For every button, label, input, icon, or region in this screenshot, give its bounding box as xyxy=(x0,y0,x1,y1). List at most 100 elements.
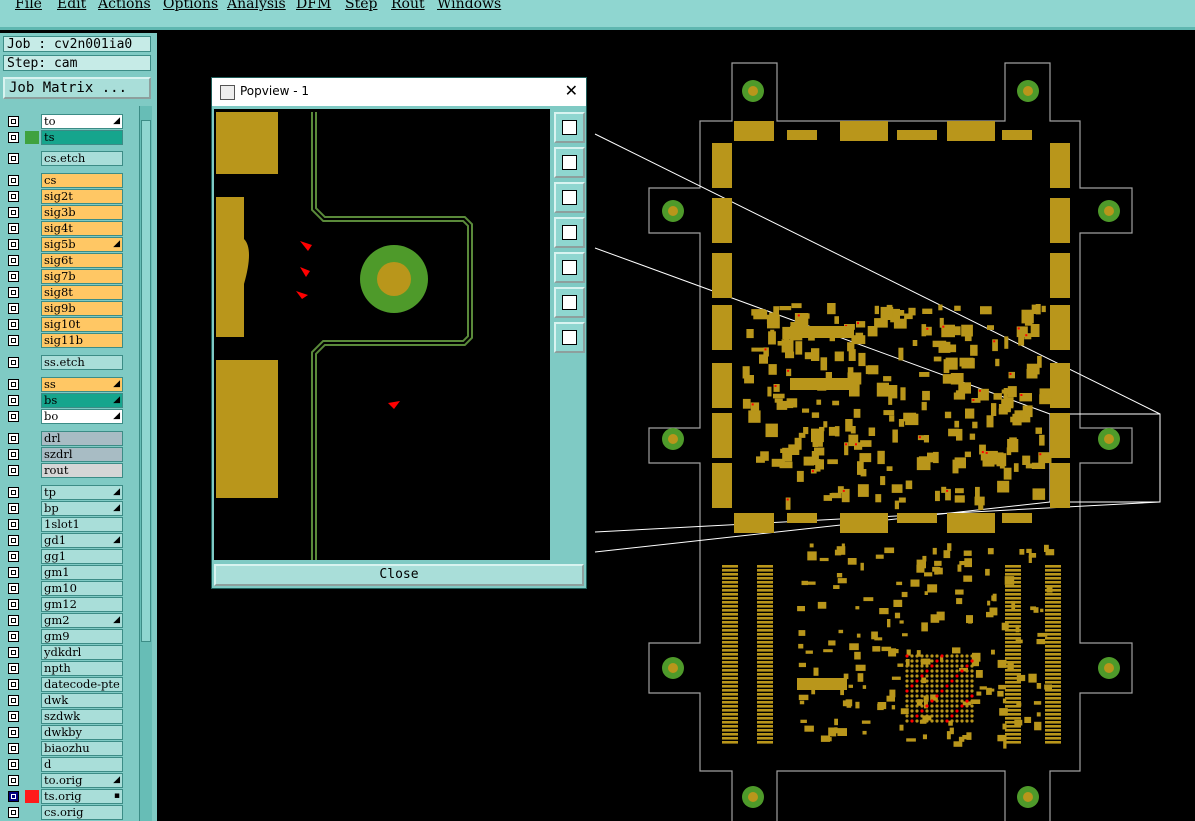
layer-checkbox[interactable] xyxy=(8,319,19,330)
layer-row-cs.etch[interactable]: cs.etch xyxy=(3,151,127,166)
layer-name[interactable]: sig8t xyxy=(41,285,123,300)
layer-checkbox[interactable] xyxy=(8,303,19,314)
layer-checkbox[interactable] xyxy=(8,357,19,368)
layer-checkbox[interactable] xyxy=(8,287,19,298)
layer-row-ss[interactable]: ss ◢ xyxy=(3,377,127,392)
layer-checkbox[interactable] xyxy=(8,631,19,642)
layer-row-cs.orig[interactable]: cs.orig xyxy=(3,805,127,820)
layer-checkbox[interactable] xyxy=(8,599,19,610)
layer-row-d[interactable]: d xyxy=(3,757,127,772)
layer-checkbox[interactable] xyxy=(8,679,19,690)
layer-name[interactable]: cs.etch xyxy=(41,151,123,166)
close-button[interactable]: Close xyxy=(214,564,584,586)
layer-row-gg1[interactable]: gg1 xyxy=(3,549,127,564)
layer-scroll-thumb[interactable] xyxy=(141,120,151,642)
layer-name[interactable]: sig3b xyxy=(41,205,123,220)
layer-name[interactable]: ts.orig ▪ xyxy=(41,789,123,804)
layer-row-npth[interactable]: npth xyxy=(3,661,127,676)
layer-row-1slot1[interactable]: 1slot1 xyxy=(3,517,127,532)
layer-checkbox[interactable] xyxy=(8,239,19,250)
layer-name[interactable]: szdwk xyxy=(41,709,123,724)
layer-row-tp[interactable]: tp ◢ xyxy=(3,485,127,500)
layer-checkbox[interactable] xyxy=(8,791,19,802)
layer-row-datecode-pte[interactable]: datecode-pte xyxy=(3,677,127,692)
layer-name[interactable]: gd1 ◢ xyxy=(41,533,123,548)
layer-name[interactable]: to ◢ xyxy=(41,114,123,129)
layer-checkbox[interactable] xyxy=(8,567,19,578)
layer-color-swatch[interactable] xyxy=(25,131,39,144)
layer-row-bp[interactable]: bp ◢ xyxy=(3,501,127,516)
layer-name[interactable]: sig6t xyxy=(41,253,123,268)
layer-row-biaozhu[interactable]: biaozhu xyxy=(3,741,127,756)
layer-checkbox[interactable] xyxy=(8,395,19,406)
layer-name[interactable]: ts xyxy=(41,130,123,145)
layer-row-drl[interactable]: drl xyxy=(3,431,127,446)
layer-checkbox[interactable] xyxy=(8,759,19,770)
layer-checkbox[interactable] xyxy=(8,727,19,738)
layer-row-sig9b[interactable]: sig9b xyxy=(3,301,127,316)
menu-rout[interactable]: Rout xyxy=(391,0,425,12)
layer-name[interactable]: npth xyxy=(41,661,123,676)
pan-right-icon[interactable] xyxy=(554,252,585,283)
layer-checkbox[interactable] xyxy=(8,583,19,594)
layer-checkbox[interactable] xyxy=(8,433,19,444)
layer-checkbox[interactable] xyxy=(8,335,19,346)
layer-name[interactable]: cs xyxy=(41,173,123,188)
close-icon[interactable]: ✕ xyxy=(565,81,578,100)
menu-step[interactable]: Step xyxy=(345,0,377,12)
layer-checkbox[interactable] xyxy=(8,663,19,674)
layer-row-sig11b[interactable]: sig11b xyxy=(3,333,127,348)
layer-name[interactable]: ydkdrl xyxy=(41,645,123,660)
layer-row-ss.etch[interactable]: ss.etch xyxy=(3,355,127,370)
layer-checkbox[interactable] xyxy=(8,207,19,218)
layer-row-gd1[interactable]: gd1 ◢ xyxy=(3,533,127,548)
layer-row-bo[interactable]: bo ◢ xyxy=(3,409,127,424)
pan-left-icon[interactable] xyxy=(554,217,585,248)
layer-checkbox[interactable] xyxy=(8,271,19,282)
layer-checkbox[interactable] xyxy=(8,116,19,127)
layer-name[interactable]: d xyxy=(41,757,123,772)
layer-name[interactable]: drl xyxy=(41,431,123,446)
layer-name[interactable]: gm10 xyxy=(41,581,123,596)
layer-checkbox[interactable] xyxy=(8,465,19,476)
layer-checkbox[interactable] xyxy=(8,411,19,422)
layer-name[interactable]: datecode-pte xyxy=(41,677,123,692)
layer-name[interactable]: sig4t xyxy=(41,221,123,236)
layer-name[interactable]: gm2 ◢ xyxy=(41,613,123,628)
layer-name[interactable]: bo ◢ xyxy=(41,409,123,424)
layer-row-szdwk[interactable]: szdwk xyxy=(3,709,127,724)
layer-row-bs[interactable]: bs ◢ xyxy=(3,393,127,408)
layer-name[interactable]: bs ◢ xyxy=(41,393,123,408)
zoom-out-icon[interactable] xyxy=(554,322,585,353)
layer-name[interactable]: gm1 xyxy=(41,565,123,580)
layer-checkbox[interactable] xyxy=(8,711,19,722)
popview-titlebar[interactable]: Popview - 1 ✕ xyxy=(212,78,586,106)
layer-color-swatch[interactable] xyxy=(25,790,39,803)
layer-name[interactable]: gg1 xyxy=(41,549,123,564)
layer-row-sig10t[interactable]: sig10t xyxy=(3,317,127,332)
layer-row-rout[interactable]: rout xyxy=(3,463,127,478)
layer-name[interactable]: tp ◢ xyxy=(41,485,123,500)
popview-canvas[interactable] xyxy=(214,109,550,560)
layer-name[interactable]: ss.etch xyxy=(41,355,123,370)
layer-name[interactable]: biaozhu xyxy=(41,741,123,756)
layer-row-sig3b[interactable]: sig3b xyxy=(3,205,127,220)
layer-row-ts[interactable]: ts xyxy=(3,130,127,145)
layer-down-icon[interactable] xyxy=(554,182,585,213)
layer-row-ydkdrl[interactable]: ydkdrl xyxy=(3,645,127,660)
menu-file[interactable]: File xyxy=(15,0,42,12)
layer-row-sig2t[interactable]: sig2t xyxy=(3,189,127,204)
layer-row-sig6t[interactable]: sig6t xyxy=(3,253,127,268)
layer-name[interactable]: rout xyxy=(41,463,123,478)
layer-checkbox[interactable] xyxy=(8,153,19,164)
layer-row-to.orig[interactable]: to.orig ◢ xyxy=(3,773,127,788)
layer-checkbox[interactable] xyxy=(8,132,19,143)
layer-row-sig7b[interactable]: sig7b xyxy=(3,269,127,284)
layer-checkbox[interactable] xyxy=(8,695,19,706)
layer-checkbox[interactable] xyxy=(8,551,19,562)
zoom-in-icon[interactable] xyxy=(554,287,585,318)
layer-row-gm9[interactable]: gm9 xyxy=(3,629,127,644)
layer-name[interactable]: to.orig ◢ xyxy=(41,773,123,788)
layer-name[interactable]: sig10t xyxy=(41,317,123,332)
menu-analysis[interactable]: Analysis xyxy=(227,0,286,12)
